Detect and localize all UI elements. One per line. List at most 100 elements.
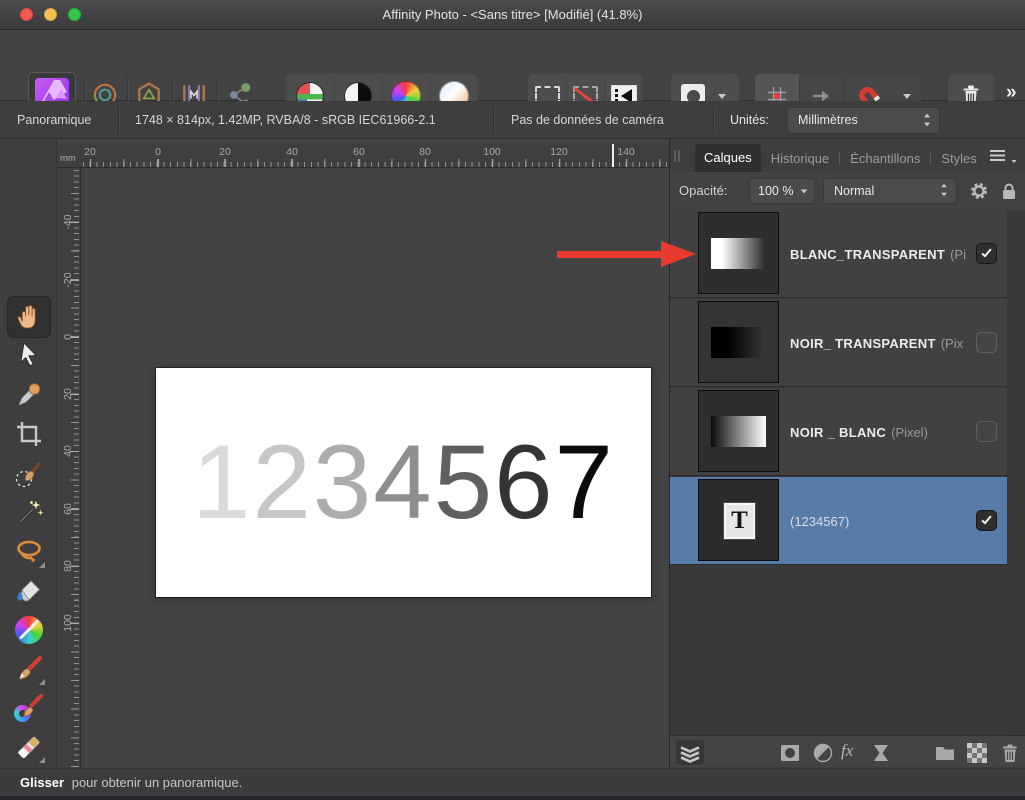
- canvas-page[interactable]: 1 2 3 4 5 6 7: [156, 368, 651, 597]
- panel-grip-icon[interactable]: [678, 150, 680, 162]
- ruler-major-tick: [70, 451, 79, 452]
- units-dropdown[interactable]: Millimètres: [787, 107, 940, 134]
- layer-settings-button[interactable]: [969, 181, 989, 201]
- layer-list: BLANC_TRANSPARENT (Pi NOIR_ TRANSPARENT …: [670, 210, 1025, 735]
- status-bar: Glisser pour obtenir un panoramique.: [0, 768, 1025, 796]
- new-mask-layer-button[interactable]: [779, 742, 801, 764]
- status-action: Glisser: [20, 775, 65, 790]
- view-pan-tool[interactable]: [12, 300, 46, 334]
- stepper-down-icon: [924, 122, 930, 127]
- delete-layer-button[interactable]: [999, 742, 1021, 764]
- flood-select-tool[interactable]: [12, 496, 46, 530]
- stepper-down-icon: [941, 192, 947, 197]
- annotation-arrow-head: [661, 241, 696, 267]
- layer-effects-button[interactable]: fx: [841, 741, 853, 761]
- tab-historique[interactable]: Historique: [771, 151, 830, 166]
- new-pixel-layer-button[interactable]: [967, 743, 987, 763]
- tab-styles[interactable]: Styles: [941, 151, 976, 166]
- selection-brush-tool[interactable]: [12, 457, 46, 491]
- layer-name: BLANC_TRANSPARENT: [790, 246, 946, 262]
- tab-echantillons[interactable]: Échantillons: [850, 151, 920, 166]
- colour-picker-tool[interactable]: [12, 378, 46, 412]
- move-tool[interactable]: [12, 339, 46, 373]
- white-gradient-preview: [711, 238, 766, 269]
- crop-tool[interactable]: [12, 417, 46, 451]
- digit: 6: [494, 423, 555, 541]
- paint-brush-tool[interactable]: [12, 652, 46, 686]
- units-value: Millimètres: [798, 113, 858, 127]
- digit: 4: [373, 423, 434, 541]
- layer-name: NOIR_ TRANSPARENT: [790, 335, 936, 351]
- ruler-label: 120: [550, 146, 568, 167]
- group-layers-button[interactable]: [934, 742, 956, 764]
- divider: [118, 107, 119, 133]
- layer-row-text-1234567[interactable]: T (1234567): [670, 477, 1007, 565]
- layers-panel: Calques Historique Échantillons Styles O…: [669, 139, 1025, 768]
- opacity-dropdown[interactable]: 100 %: [749, 178, 815, 204]
- zoom-button[interactable]: [68, 8, 81, 21]
- layer-label: NOIR _ BLANC (Pixel): [790, 388, 928, 476]
- new-live-filter-button[interactable]: [870, 742, 892, 764]
- paint-bucket-icon: [17, 580, 41, 602]
- layer-options-row: Opacité: 100 % Normal: [670, 172, 1025, 210]
- horizontal-ruler[interactable]: 20 0 20 40 60 80 100 120 140: [81, 144, 669, 168]
- document-info: 1748 × 814px, 1.42MP, RVBA/8 - sRGB IEC6…: [135, 113, 436, 127]
- visibility-checkbox[interactable]: [976, 510, 997, 531]
- layer-thumbnail[interactable]: [698, 390, 779, 472]
- annotation-arrow-shaft: [557, 251, 663, 258]
- layer-row-noir-transparent[interactable]: NOIR_ TRANSPARENT (Pix: [670, 299, 1007, 387]
- layer-thumbnail[interactable]: [698, 212, 779, 294]
- gradient-tool[interactable]: [12, 613, 46, 647]
- chevron-down-icon[interactable]: [903, 94, 911, 99]
- blend-mode-dropdown[interactable]: Normal: [823, 178, 957, 204]
- layer-type: (Pi: [950, 246, 966, 262]
- stack-icon: [680, 746, 700, 763]
- hamburger-icon: [990, 150, 1005, 152]
- panel-grip-icon[interactable]: [674, 150, 676, 162]
- close-button[interactable]: [20, 8, 33, 21]
- ruler-major-tick: [70, 623, 79, 624]
- ruler-label: 0: [155, 146, 161, 167]
- arrange-layers-button[interactable]: [676, 740, 704, 765]
- brush-icon: [23, 694, 43, 717]
- erase-brush-tool[interactable]: [12, 730, 46, 764]
- layer-label: (1234567): [790, 477, 849, 565]
- flood-fill-tool[interactable]: [12, 574, 46, 608]
- divider: [493, 107, 494, 133]
- ruler-label: 40: [286, 146, 298, 167]
- ruler-major-tick: [70, 394, 79, 395]
- stepper-up-icon: [924, 113, 930, 118]
- freehand-selection-tool[interactable]: [12, 535, 46, 569]
- layer-row-blanc-transparent[interactable]: BLANC_TRANSPARENT (Pi: [670, 210, 1007, 298]
- ruler-major-tick: [70, 280, 79, 281]
- visibility-checkbox[interactable]: [976, 421, 997, 442]
- chevron-down-icon: [1011, 160, 1017, 163]
- layer-thumbnail[interactable]: [698, 301, 779, 383]
- layers-bottom-toolbar: fx: [670, 735, 1025, 767]
- status-hint: pour obtenir un panoramique.: [71, 775, 243, 790]
- layer-thumbnail[interactable]: T: [698, 479, 779, 561]
- units-label: Unités:: [730, 113, 769, 127]
- lock-icon[interactable]: [999, 181, 1019, 201]
- layer-list-scroll-gutter[interactable]: [1007, 210, 1025, 735]
- title-bar: Affinity Photo - <Sans titre> [Modifié] …: [0, 0, 1025, 30]
- vertical-ruler[interactable]: -40 -20 0 20 40 60 80 100: [57, 168, 81, 768]
- flyout-indicator: [39, 757, 45, 763]
- cursor-icon: [20, 342, 38, 367]
- layer-name: (1234567): [790, 513, 850, 529]
- canvas-viewport[interactable]: mm 20 0 20 40 60 80 100 120 140 -40 -20 …: [57, 139, 669, 768]
- new-adjustment-layer-button[interactable]: [812, 742, 834, 764]
- panel-menu-button[interactable]: [990, 150, 1005, 152]
- digit: 7: [554, 423, 615, 541]
- visibility-checkbox[interactable]: [976, 332, 997, 353]
- chevron-down-icon[interactable]: [718, 94, 726, 99]
- tab-calques[interactable]: Calques: [695, 144, 761, 172]
- digit: 3: [312, 423, 374, 541]
- visibility-checkbox[interactable]: [976, 243, 997, 264]
- colour-replacement-brush-tool[interactable]: [12, 691, 46, 725]
- layer-label: NOIR_ TRANSPARENT (Pix: [790, 299, 963, 387]
- ruler-major-tick: [70, 566, 79, 567]
- tools-panel: [0, 139, 57, 768]
- minimize-button[interactable]: [44, 8, 57, 21]
- layer-row-noir-blanc[interactable]: NOIR _ BLANC (Pixel): [670, 388, 1007, 476]
